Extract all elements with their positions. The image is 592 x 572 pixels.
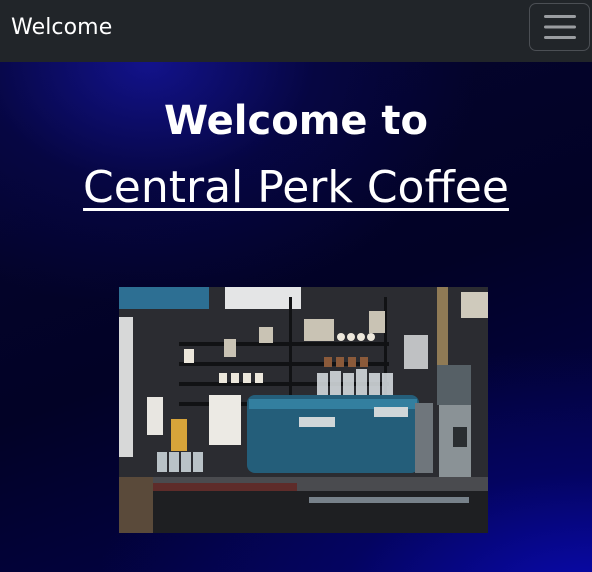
navbar: Welcome — [0, 0, 592, 62]
hamburger-menu-icon — [544, 15, 576, 39]
navbar-brand[interactable]: Welcome — [11, 13, 112, 43]
navbar-toggle-button[interactable] — [529, 3, 590, 51]
coffee-shop-photo — [119, 287, 488, 533]
hero-section: Welcome to Central Perk Coffee — [0, 62, 592, 572]
hero-heading: Welcome to — [163, 98, 429, 144]
hero-title: Central Perk Coffee — [83, 162, 509, 213]
